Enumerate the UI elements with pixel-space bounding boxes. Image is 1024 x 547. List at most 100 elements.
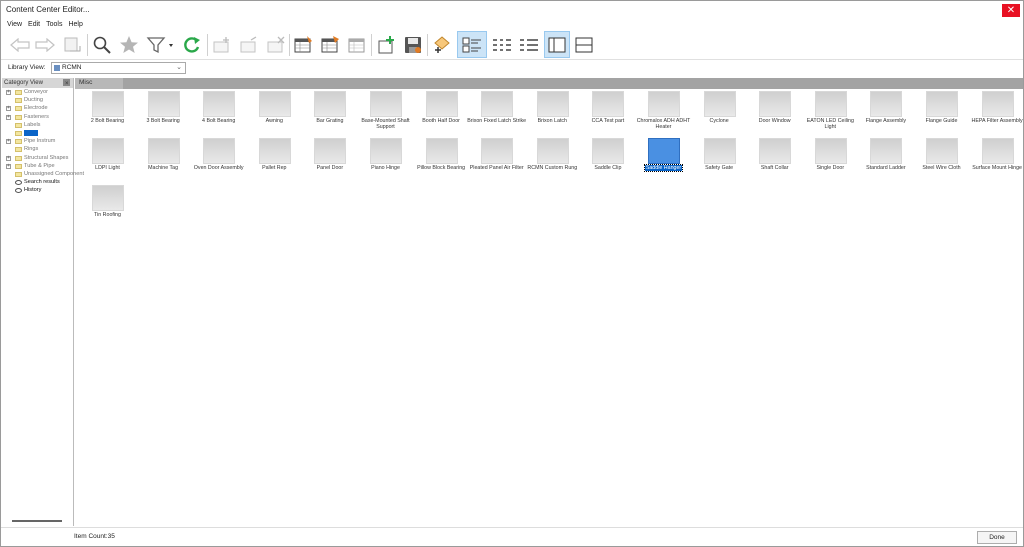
expand-toggle-icon[interactable]: + <box>6 90 11 95</box>
tree-item[interactable]: + Electrode <box>2 104 73 112</box>
family-tile[interactable]: Saddle Clip <box>580 137 635 184</box>
family-thumbnail <box>814 91 847 117</box>
family-tile[interactable]: Standard Ladder <box>858 137 913 184</box>
family-thumbnail <box>648 91 680 117</box>
expand-toggle-icon[interactable]: + <box>6 106 11 112</box>
family-tile[interactable]: Shaft Collar <box>747 137 802 184</box>
category-header-bar: Misc <box>75 78 1023 89</box>
filter-button[interactable] <box>145 31 175 58</box>
tree-item[interactable]: Search results <box>2 178 73 186</box>
family-tile[interactable]: Door Window <box>747 90 802 137</box>
new-family-button[interactable] <box>209 31 235 58</box>
family-tile[interactable]: Panel Door <box>302 137 357 184</box>
family-tile[interactable]: Booth Half Door <box>414 90 469 137</box>
family-label: Pillow Block Bearing <box>412 165 471 171</box>
family-name: Bar Grating <box>316 118 344 124</box>
forward-button[interactable] <box>32 31 58 58</box>
thumbnail-view-button[interactable] <box>457 31 487 58</box>
family-tile[interactable]: Safety Gate <box>692 137 747 184</box>
family-tile[interactable]: Flange Guide <box>914 90 969 137</box>
family-tile[interactable]: Machine Tag <box>136 137 191 184</box>
family-thumbnail <box>258 138 291 164</box>
author-button[interactable] <box>429 31 455 58</box>
folder-icon <box>15 122 22 128</box>
search-button[interactable] <box>89 31 115 58</box>
detail-view-button[interactable] <box>515 31 542 58</box>
family-tile[interactable]: Awning <box>247 90 302 137</box>
family-tile[interactable]: LDPI Light <box>80 137 135 184</box>
publish-button[interactable] <box>373 31 399 58</box>
family-label: Saddle Clip <box>578 165 637 171</box>
delete-family-button[interactable] <box>263 31 289 58</box>
family-tile[interactable]: Brixon Fixed Latch Strike <box>467 90 526 137</box>
family-thumbnail <box>203 91 236 117</box>
family-thumbnail <box>425 138 458 164</box>
family-tile[interactable]: Pallet Rep <box>247 137 302 184</box>
family-name: Safety Gate <box>705 165 734 171</box>
family-tile[interactable]: Oven Door Assembly <box>191 137 246 184</box>
expand-toggle-icon[interactable]: + <box>6 139 11 145</box>
family-tile[interactable]: 2 Bolt Bearing <box>80 90 135 137</box>
edit-table-icon <box>321 35 339 52</box>
library-view-select[interactable]: RCMN ⌄ <box>51 62 186 74</box>
search-icon <box>93 36 111 54</box>
done-button[interactable]: Done <box>977 531 1017 544</box>
family-tile[interactable]: Single Door <box>803 137 858 184</box>
family-tile[interactable]: Tin Roofing <box>80 184 135 231</box>
horizontal-scrollbar[interactable] <box>12 520 62 522</box>
refresh-button[interactable] <box>179 31 205 58</box>
tree-item[interactable]: Rings <box>2 145 73 153</box>
family-tile[interactable]: 3 Bolt Bearing <box>136 90 191 137</box>
tree-item[interactable]: Labels <box>2 121 73 129</box>
family-tile[interactable]: Cyclone <box>692 90 747 137</box>
family-thumbnail <box>926 138 958 164</box>
family-tile[interactable]: Base-Mounted Shaft Support <box>358 90 413 137</box>
home-folder-icon <box>64 37 81 51</box>
delete-family-icon <box>267 36 285 52</box>
folder-icon <box>15 155 22 161</box>
expand-toggle-icon[interactable]: + <box>6 114 11 120</box>
family-tile[interactable]: Surface Mount Hinge <box>970 137 1024 184</box>
copy-family-button[interactable] <box>236 31 262 58</box>
family-tile[interactable]: HEPA Filter Assembly <box>970 90 1024 137</box>
family-tile[interactable]: 4 Bolt Bearing <box>191 90 246 137</box>
tree-item[interactable] <box>2 129 73 137</box>
category-view-close-button[interactable]: × <box>63 79 70 87</box>
tree-item[interactable]: + Structural Shapes <box>2 154 73 162</box>
tree-pane-button[interactable] <box>544 31 570 58</box>
family-tile[interactable]: Flange Assembly <box>858 90 913 137</box>
family-thumbnail <box>370 91 402 117</box>
tree-item[interactable]: History <box>2 186 73 194</box>
edit-table-button[interactable] <box>317 31 343 58</box>
home-button[interactable] <box>59 31 85 58</box>
family-tile[interactable]: RCMN Custom Rung <box>525 137 580 184</box>
library-icon <box>54 65 60 71</box>
tree-item[interactable]: + Conveyor <box>2 88 73 96</box>
favorites-button[interactable] <box>116 31 142 58</box>
family-tile[interactable]: Piano Hinge <box>358 137 413 184</box>
table-properties-button[interactable] <box>344 31 370 58</box>
family-tile[interactable]: Chromalox ADH ADHT Heater <box>636 90 691 137</box>
tree-item[interactable]: + Pipe Instrum <box>2 137 73 145</box>
save-button[interactable] <box>400 31 426 58</box>
family-tile[interactable]: Saddle Hanger <box>636 137 691 184</box>
tree-item[interactable]: + Fasteners <box>2 113 73 121</box>
tree-item[interactable]: + Tube & Pipe <box>2 162 73 170</box>
table-pane-button[interactable] <box>571 31 597 58</box>
family-tile[interactable]: Pleated Panel Air Filter <box>469 137 524 184</box>
family-tile[interactable]: Brixon Latch <box>525 90 580 137</box>
close-button[interactable]: ✕ <box>1002 4 1020 17</box>
folder-icon <box>15 139 22 145</box>
family-tile[interactable]: Pillow Block Bearing <box>414 137 469 184</box>
expand-toggle-icon[interactable]: + <box>6 163 11 169</box>
back-button[interactable] <box>7 31 33 58</box>
tree-item[interactable]: Unassigned Component <box>2 170 84 178</box>
family-tile[interactable]: EATON LED Ceiling Light <box>803 90 858 137</box>
tree-item[interactable]: Ducting <box>2 96 73 104</box>
family-table-button[interactable] <box>290 31 316 58</box>
list-view-button[interactable] <box>488 31 515 58</box>
family-tile[interactable]: Steel Wire Cloth <box>914 137 969 184</box>
expand-toggle-icon[interactable]: + <box>6 155 11 161</box>
family-tile[interactable]: CCA Test part <box>580 90 635 137</box>
family-tile[interactable]: Bar Grating <box>302 90 357 137</box>
